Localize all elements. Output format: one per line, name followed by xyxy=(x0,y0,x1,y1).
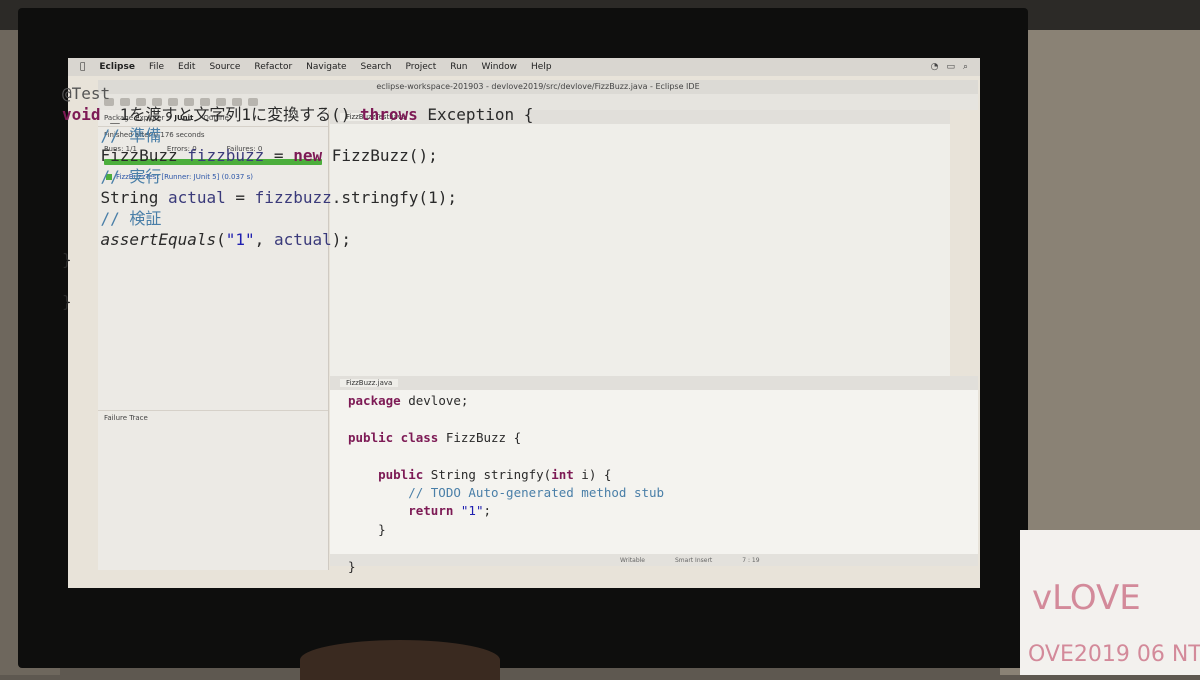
menu-run[interactable]: Run xyxy=(450,62,467,72)
code-line: public String stringfy(int i) { xyxy=(378,466,612,482)
code-line: // TODO Auto-generated method stub xyxy=(348,485,665,501)
menu-source[interactable]: Source xyxy=(209,62,240,72)
whiteboard-text-2: OVE2019 06 NT xyxy=(1028,642,1200,667)
code-line: return "1"; xyxy=(408,503,492,519)
menu-edit[interactable]: Edit xyxy=(178,62,195,72)
menu-project[interactable]: Project xyxy=(405,62,436,72)
code-line-method-signature: void _1を渡すと文字列1に変換する() throws Exception … xyxy=(62,104,534,124)
code-line: } xyxy=(348,521,386,537)
menu-file[interactable]: File xyxy=(149,62,164,72)
menu-navigate[interactable]: Navigate xyxy=(306,62,346,72)
source-code-block: package devlove; public class FizzBuzz {… xyxy=(348,392,664,576)
code-line: } xyxy=(62,250,72,270)
whiteboard-sign: vLOVE OVE2019 06 NT xyxy=(1020,530,1200,675)
menubar-app-name[interactable]: Eclipse xyxy=(99,62,135,72)
battery-icon: ▭ xyxy=(946,62,955,72)
code-line: // 準備 xyxy=(62,125,162,145)
tab-fizzbuzz-java[interactable]: FizzBuzz.java xyxy=(340,379,399,387)
test-code-block: @Test void _1を渡すと文字列1に変換する() throws Exce… xyxy=(62,84,533,313)
code-line: // 検証 xyxy=(62,208,162,228)
code-line: String actual = fizzbuzz.stringfy(1); xyxy=(62,187,457,207)
menu-help[interactable]: Help xyxy=(531,62,552,72)
code-line: FizzBuzz fizzbuzz = new FizzBuzz(); xyxy=(62,146,438,166)
code-line: assertEquals("1", actual); xyxy=(100,229,351,249)
whiteboard-text-1: vLOVE xyxy=(1032,578,1141,618)
code-line: @Test xyxy=(62,84,111,103)
code-line: } xyxy=(348,558,356,574)
menu-refactor[interactable]: Refactor xyxy=(254,62,292,72)
apple-icon[interactable]:  xyxy=(80,62,85,72)
wifi-icon: ◔ xyxy=(930,62,939,72)
code-line: // 実行 xyxy=(62,167,162,187)
failure-trace-header: Failure Trace xyxy=(98,410,328,425)
status-cursor-position: 7 : 19 xyxy=(742,556,760,564)
menu-window[interactable]: Window xyxy=(482,62,518,72)
code-line: public class FizzBuzz { xyxy=(348,429,522,445)
status-insert-mode: Smart Insert xyxy=(675,556,713,564)
audience-head xyxy=(300,640,500,680)
code-line: package devlove; xyxy=(348,393,469,408)
spotlight-icon[interactable]: ⌕ xyxy=(963,62,968,72)
mac-menubar:  Eclipse File Edit Source Refactor Navi… xyxy=(68,58,980,76)
menubar-status-icons: ◔ ▭ ⌕ xyxy=(931,62,968,72)
menu-search[interactable]: Search xyxy=(361,62,392,72)
source-editor-tabs: FizzBuzz.java xyxy=(330,376,978,390)
code-line: } xyxy=(62,291,72,311)
